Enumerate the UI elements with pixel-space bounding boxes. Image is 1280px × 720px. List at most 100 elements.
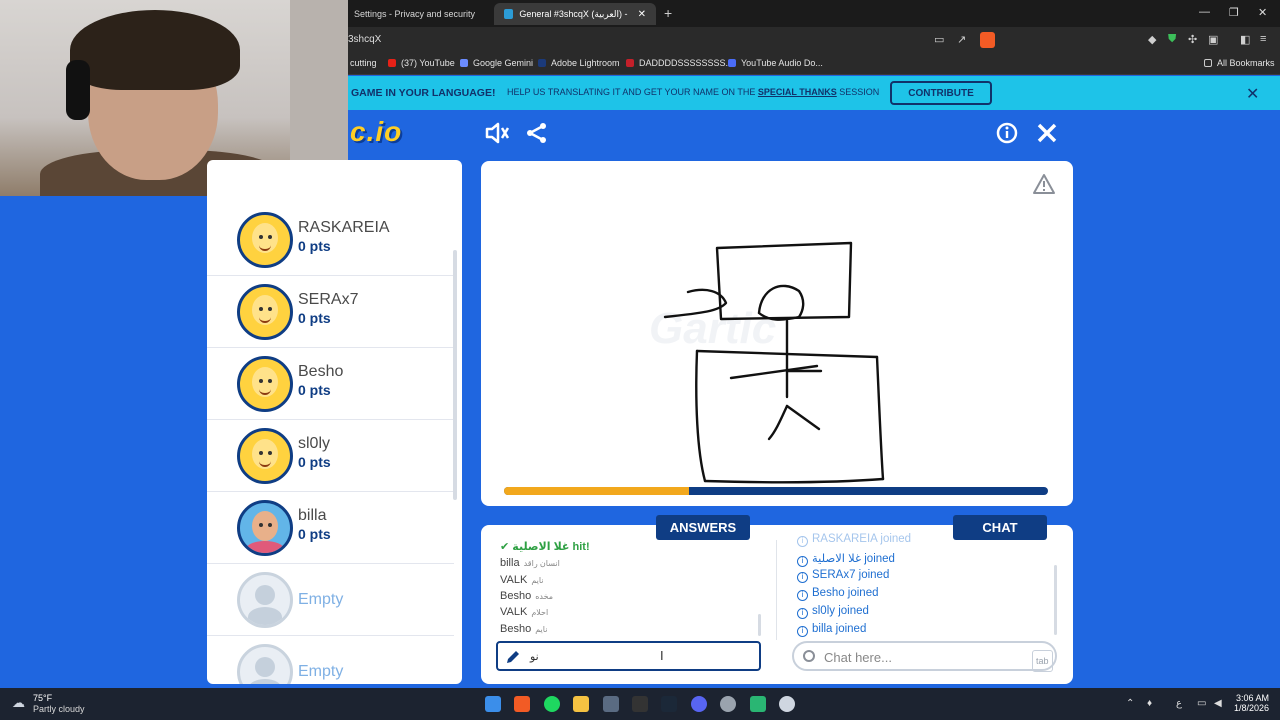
settings-icon[interactable] xyxy=(720,696,736,712)
answer-input-value: نو xyxy=(530,651,539,663)
app-icon[interactable] xyxy=(603,696,619,712)
weather-temp: 75°F xyxy=(33,693,53,703)
start-icon[interactable] xyxy=(485,696,501,712)
app-icon[interactable] xyxy=(750,696,766,712)
players-scrollbar[interactable] xyxy=(453,250,457,500)
player-name: billa xyxy=(298,507,327,524)
empty-label: Empty xyxy=(298,663,344,680)
avatar xyxy=(237,428,293,484)
info-icon: i xyxy=(797,572,808,583)
mic-icon[interactable]: ♦ xyxy=(1147,698,1152,709)
empty-avatar xyxy=(237,644,293,684)
network-icon[interactable]: ▭ xyxy=(1197,698,1206,709)
close-tab-icon[interactable]: ✕ xyxy=(638,9,646,20)
discord-icon[interactable] xyxy=(691,696,707,712)
player-name: Besho xyxy=(298,363,344,380)
avatar xyxy=(237,356,293,412)
answer-line: VALK احلام xyxy=(500,606,549,618)
info-icon: i xyxy=(797,536,808,547)
answer-line: Besho مخده xyxy=(500,590,554,602)
chat-line: i billa joined xyxy=(797,623,866,637)
chat-scrollbar[interactable] xyxy=(1054,565,1057,635)
tab-title: General #3shcqX (العربية) - Garti xyxy=(519,8,629,19)
bookmark-icon xyxy=(626,59,634,67)
new-tab-button[interactable]: + xyxy=(664,5,672,21)
tab-gartic[interactable]: General #3shcqX (العربية) - Garti ✕ xyxy=(494,3,656,25)
restore-icon[interactable]: ❐ xyxy=(1229,6,1239,19)
url-text[interactable]: 3shcqX xyxy=(348,34,381,45)
close-banner-icon[interactable]: ✕ xyxy=(1246,84,1259,104)
close-window-icon[interactable]: ✕ xyxy=(1258,6,1267,19)
player-points: 0 pts xyxy=(298,310,331,326)
pencil-icon xyxy=(505,649,521,670)
bookmark-item[interactable]: DADDDDSSSSSSSS... xyxy=(626,58,733,68)
puzzle-icon[interactable]: ✣ xyxy=(1188,33,1197,46)
answer-line: Besho نايم xyxy=(500,623,548,635)
extension-icon[interactable]: ◆ xyxy=(1148,33,1156,46)
brave-shields-icon[interactable] xyxy=(980,32,995,48)
app-icon[interactable] xyxy=(779,696,795,712)
shield-icon[interactable]: ⛊ xyxy=(1168,33,1176,46)
answer-line: VALK نايم xyxy=(500,574,544,586)
answer-hit: ✔ غلا الاصلية hit! xyxy=(500,541,590,553)
check-icon: ✔ xyxy=(500,541,510,553)
chat-input[interactable]: Chat here... tab xyxy=(792,641,1057,672)
wallet-icon[interactable]: ▣ xyxy=(1208,33,1218,46)
share-icon[interactable] xyxy=(526,122,548,149)
folder-icon[interactable] xyxy=(573,696,589,712)
bookmark-item[interactable]: (37) YouTube xyxy=(388,58,455,68)
clock[interactable]: 3:06 AM 1/8/2026 xyxy=(1234,693,1269,713)
chat-line: i Besho joined xyxy=(797,587,879,601)
sound-icon[interactable] xyxy=(485,121,511,150)
contribute-button[interactable]: CONTRIBUTE xyxy=(890,81,992,105)
bookmark-item[interactable]: Google Gemini xyxy=(460,58,533,68)
report-drawing-icon[interactable] xyxy=(1032,173,1056,200)
chat-tab[interactable]: CHAT xyxy=(953,515,1047,540)
gemini-icon xyxy=(460,59,468,67)
avatar xyxy=(237,284,293,340)
brave-icon[interactable] xyxy=(514,696,530,712)
player-name: SERAx7 xyxy=(298,291,359,308)
empty-avatar xyxy=(237,572,293,628)
cast-icon[interactable]: ▭ xyxy=(934,33,944,46)
tab-title: Settings - Privacy and security xyxy=(354,9,476,19)
chat-line: i RASKAREIA joined xyxy=(797,533,911,547)
bookmark-item[interactable]: cutting xyxy=(350,58,377,68)
weather-condition: Partly cloudy xyxy=(33,704,85,714)
chat-line: i غلا الاصلية joined xyxy=(797,551,895,567)
chat-line: i sl0ly joined xyxy=(797,605,869,619)
share-icon[interactable]: ↗ xyxy=(957,33,966,46)
all-bookmarks[interactable]: All Bookmarks xyxy=(1204,58,1275,68)
minimize-icon[interactable]: — xyxy=(1199,6,1210,18)
banner-message: HELP US TRANSLATING IT AND GET YOUR NAME… xyxy=(507,87,880,97)
info-icon: i xyxy=(797,556,808,567)
player-row: RASKAREIA 0 pts xyxy=(207,204,454,276)
lightroom-icon xyxy=(538,59,546,67)
epic-games-icon[interactable] xyxy=(632,696,648,712)
answer-input[interactable]: نو xyxy=(496,641,761,671)
chat-line: i SERAx7 joined xyxy=(797,569,889,583)
tab-settings[interactable]: Settings - Privacy and security xyxy=(344,3,485,25)
answers-tab[interactable]: ANSWERS xyxy=(656,515,750,540)
bookmark-item[interactable]: Adobe Lightroom xyxy=(538,58,620,68)
bookmark-item[interactable]: YouTube Audio Do... xyxy=(728,58,823,68)
special-thanks-link[interactable]: SPECIAL THANKS xyxy=(758,87,837,97)
chevron-up-icon[interactable]: ⌃ xyxy=(1126,698,1134,709)
divider xyxy=(776,540,777,640)
volume-icon[interactable]: ◀ xyxy=(1214,698,1222,709)
player-name: sl0ly xyxy=(298,435,331,452)
steam-icon[interactable] xyxy=(661,696,677,712)
sidebar-icon[interactable]: ◧ xyxy=(1240,33,1250,46)
info-icon: i xyxy=(797,608,808,619)
youtube-icon xyxy=(388,59,396,67)
banner-title: GAME IN YOUR LANGUAGE! xyxy=(351,87,496,99)
info-icon[interactable] xyxy=(996,122,1018,149)
player-points: 0 pts xyxy=(298,526,331,542)
menu-icon[interactable]: ≡ xyxy=(1260,33,1266,45)
info-icon: i xyxy=(797,626,808,637)
close-game-icon[interactable] xyxy=(1036,122,1058,149)
language-icon[interactable]: ع xyxy=(1176,698,1182,709)
empty-label: Empty xyxy=(298,591,344,608)
spotify-icon[interactable] xyxy=(544,696,560,712)
answers-scrollbar[interactable] xyxy=(758,614,761,636)
